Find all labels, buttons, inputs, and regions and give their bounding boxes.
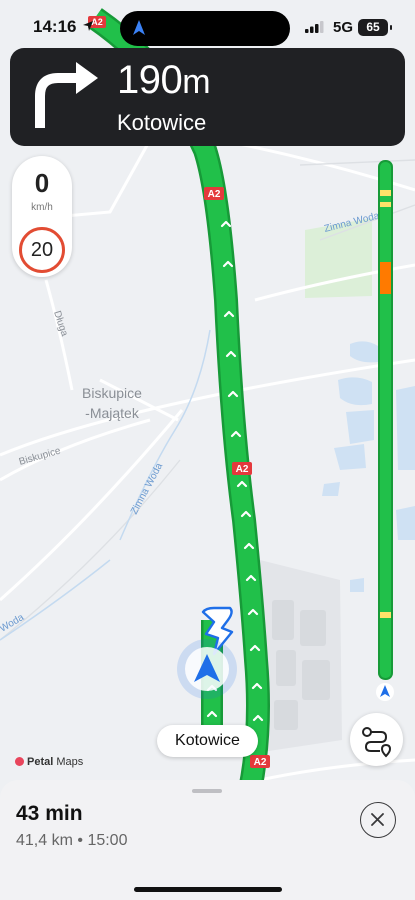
speed-limit-sign: 20 bbox=[19, 227, 65, 273]
trip-distance: 41,4 km bbox=[16, 832, 73, 849]
svg-text:A2: A2 bbox=[236, 464, 249, 475]
trip-duration: 43 min bbox=[16, 802, 83, 825]
place-label: Biskupice bbox=[82, 385, 142, 401]
speed-panel: 0 km/h 20 bbox=[12, 156, 72, 277]
sheet-grabber[interactable] bbox=[192, 789, 222, 793]
route-progress-bar bbox=[378, 160, 393, 680]
map-attribution: Petal Maps bbox=[15, 756, 83, 768]
location-arrow-icon bbox=[83, 21, 93, 31]
current-speed: 0 bbox=[34, 168, 50, 198]
dynamic-island bbox=[120, 11, 290, 46]
signal-icon bbox=[305, 21, 324, 33]
place-label: -Majątek bbox=[85, 405, 140, 421]
trip-summary-sheet[interactable]: 43 min 41,4 km • 15:00 bbox=[0, 780, 415, 900]
destination-callout[interactable]: Kotowice bbox=[157, 725, 258, 757]
route-icon bbox=[362, 727, 392, 758]
turn-right-arrow-icon bbox=[35, 62, 98, 128]
distance-value: 190 bbox=[117, 58, 183, 102]
close-icon bbox=[371, 813, 384, 826]
speed-unit: km/h bbox=[31, 202, 53, 213]
attribution-brand: Petal bbox=[27, 756, 54, 768]
attribution-suffix: Maps bbox=[56, 756, 84, 768]
status-time: 14:16 bbox=[33, 17, 77, 36]
trip-details: 41,4 km • 15:00 bbox=[16, 832, 127, 850]
home-indicator[interactable] bbox=[134, 887, 282, 892]
road-shield-a2: A2 bbox=[250, 755, 270, 768]
current-location-marker bbox=[177, 639, 237, 699]
road-shield-a2: A2 bbox=[232, 462, 252, 475]
maneuver-distance: 190m bbox=[117, 58, 211, 103]
navigation-arrow-icon bbox=[133, 20, 145, 35]
svg-text:A2: A2 bbox=[208, 189, 221, 200]
petal-logo-icon bbox=[15, 757, 24, 766]
progress-position-icon bbox=[376, 683, 394, 701]
road-shield-a2: A2 bbox=[204, 187, 224, 200]
next-street-name: Kotowice bbox=[117, 110, 207, 135]
trip-separator: • bbox=[77, 832, 83, 849]
svg-text:A2: A2 bbox=[254, 757, 267, 768]
arrival-time: 15:00 bbox=[87, 832, 128, 849]
network-type: 5G bbox=[333, 19, 354, 36]
distance-unit: m bbox=[182, 63, 211, 101]
route-overview-button[interactable] bbox=[350, 713, 403, 766]
end-navigation-button[interactable] bbox=[360, 802, 396, 838]
battery-icon: 65 bbox=[358, 19, 392, 36]
turn-instruction-banner[interactable]: 190m Kotowice bbox=[10, 48, 405, 146]
